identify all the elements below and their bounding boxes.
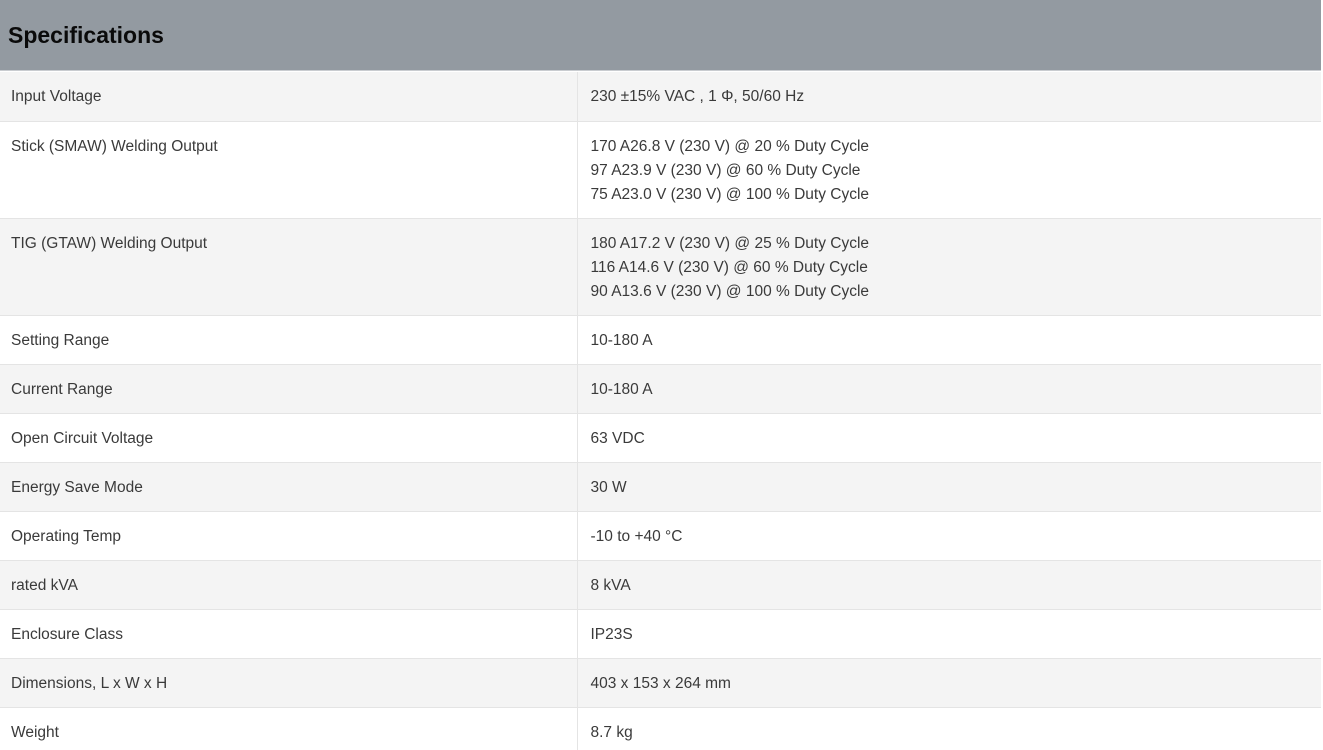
spec-value-line: 63 VDC (590, 429, 645, 447)
spec-value-line: 10-180 A (590, 331, 653, 349)
spec-value-line: 30 W (590, 478, 627, 496)
spec-row-rated-kva: rated kVA 8 kVA (0, 560, 1321, 610)
spec-row-setting-range: Setting Range 10-180 A (0, 315, 1321, 365)
specifications-page: Specifications Input Voltage 230 ±15% VA… (0, 0, 1323, 750)
spec-value: -10 to +40 °C (577, 511, 1321, 561)
spec-label: Current Range (0, 364, 578, 414)
spec-label: Operating Temp (0, 511, 578, 561)
spec-value-line: -10 to +40 °C (590, 527, 683, 545)
spec-row-weight: Weight 8.7 kg (0, 707, 1321, 750)
spec-value: 8 kVA (577, 560, 1321, 610)
spec-value: 10-180 A (577, 364, 1321, 414)
spec-row-enclosure-class: Enclosure Class IP23S (0, 609, 1321, 659)
spec-row-operating-temp: Operating Temp -10 to +40 °C (0, 511, 1321, 561)
spec-value-line: 403 x 153 x 264 mm (590, 674, 731, 692)
spec-label: Dimensions, L x W x H (0, 658, 578, 708)
spec-row-tig-welding-output: TIG (GTAW) Welding Output 180 A17.2 V (2… (0, 218, 1321, 316)
spec-value: 30 W (577, 462, 1321, 512)
spec-value-line: 180 A17.2 V (230 V) @ 25 % Duty Cycle (590, 234, 870, 252)
spec-value: 63 VDC (577, 413, 1321, 463)
section-title: Specifications (8, 22, 164, 48)
spec-value: 170 A26.8 V (230 V) @ 20 % Duty Cycle 97… (577, 121, 1321, 219)
spec-value-line: 97 A23.9 V (230 V) @ 60 % Duty Cycle (590, 161, 861, 179)
spec-row-dimensions: Dimensions, L x W x H 403 x 153 x 264 mm (0, 658, 1321, 708)
spec-row-open-circuit-voltage: Open Circuit Voltage 63 VDC (0, 413, 1321, 463)
spec-label: Stick (SMAW) Welding Output (0, 121, 578, 219)
spec-value-line: 8 kVA (590, 576, 631, 594)
spec-label: TIG (GTAW) Welding Output (0, 218, 578, 316)
spec-row-stick-welding-output: Stick (SMAW) Welding Output 170 A26.8 V … (0, 121, 1321, 219)
spec-value: 403 x 153 x 264 mm (577, 658, 1321, 708)
specifications-header: Specifications (0, 0, 1321, 71)
spec-label: Weight (0, 707, 578, 750)
spec-value-line: 116 A14.6 V (230 V) @ 60 % Duty Cycle (590, 258, 868, 276)
spec-label: Enclosure Class (0, 609, 578, 659)
spec-value-line: 10-180 A (590, 380, 653, 398)
spec-value: 10-180 A (577, 315, 1321, 365)
spec-label: Energy Save Mode (0, 462, 578, 512)
spec-row-input-voltage: Input Voltage 230 ±15% VAC , 1 Φ, 50/60 … (0, 72, 1321, 122)
spec-value: 180 A17.2 V (230 V) @ 25 % Duty Cycle 11… (577, 218, 1321, 316)
spec-value: 230 ±15% VAC , 1 Φ, 50/60 Hz (577, 72, 1321, 122)
spec-value: IP23S (577, 609, 1321, 659)
spec-value-line: 230 ±15% VAC , 1 Φ, 50/60 Hz (590, 88, 805, 105)
spec-value-line: 75 A23.0 V (230 V) @ 100 % Duty Cycle (590, 185, 870, 203)
spec-label: rated kVA (0, 560, 578, 610)
spec-label: Open Circuit Voltage (0, 413, 578, 463)
spec-label: Input Voltage (0, 72, 578, 122)
spec-value-line: 90 A13.6 V (230 V) @ 100 % Duty Cycle (590, 282, 870, 300)
spec-row-energy-save-mode: Energy Save Mode 30 W (0, 462, 1321, 512)
specifications-table: Input Voltage 230 ±15% VAC , 1 Φ, 50/60 … (0, 72, 1321, 750)
spec-value-line: IP23S (590, 625, 633, 643)
spec-label: Setting Range (0, 315, 578, 365)
spec-value-line: 170 A26.8 V (230 V) @ 20 % Duty Cycle (590, 137, 870, 155)
spec-row-current-range: Current Range 10-180 A (0, 364, 1321, 414)
spec-value-line: 8.7 kg (590, 723, 633, 741)
spec-value: 8.7 kg (577, 707, 1321, 750)
